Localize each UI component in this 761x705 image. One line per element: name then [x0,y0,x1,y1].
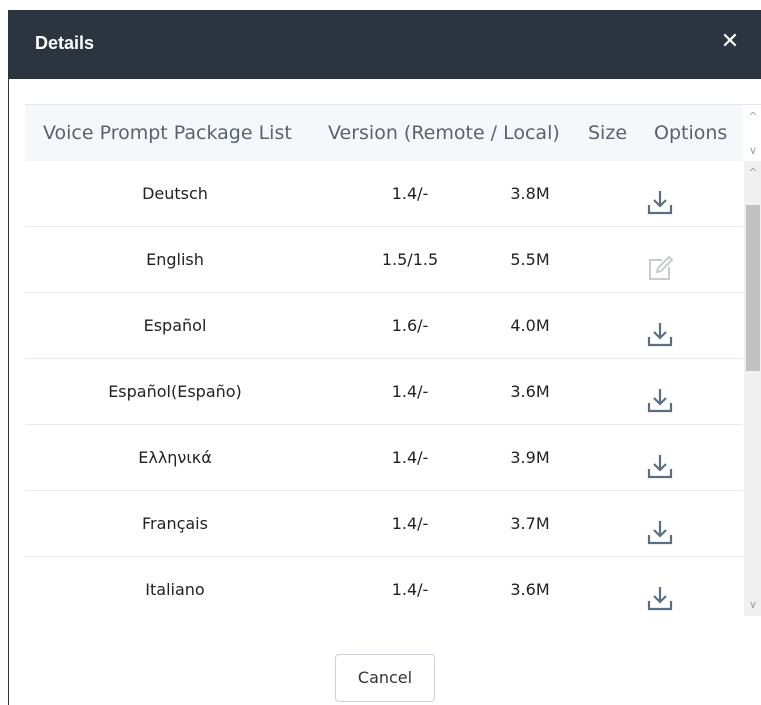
package-size: 3.8M [510,184,550,203]
option-cell [625,227,695,293]
header-scroll-area: ^ ∨ [744,105,761,161]
option-cell [625,161,695,227]
package-name: Français [142,514,208,533]
table-row: Español(Españo) 1.4/- 3.6M [25,359,743,425]
table-body: Deutsch 1.4/- 3.8M English 1.5/1.5 5.5M Españo… [25,161,743,617]
option-cell [625,557,695,617]
package-size: 3.6M [510,382,550,401]
option-cell [625,359,695,425]
voice-prompt-table: Voice Prompt Package List Version (Remot… [25,104,761,617]
package-name: Español(Españo) [108,382,242,401]
package-size: 3.9M [510,448,550,467]
table-row: Deutsch 1.4/- 3.8M [25,161,743,227]
package-size: 4.0M [510,316,550,335]
package-version: 1.4/- [391,514,429,533]
scroll-up-icon[interactable]: ^ [744,165,761,181]
package-version: 1.6/- [391,316,429,335]
download-icon[interactable] [645,378,675,412]
column-header-options: Options [654,122,728,144]
details-dialog: Details ✕ Voice Prompt Package List Vers… [8,10,761,705]
table-row: Italiano 1.4/- 3.6M [25,557,743,617]
download-icon[interactable] [645,444,675,478]
table-row: Ελληνικά 1.4/- 3.9M [25,425,743,491]
package-name: Español [143,316,207,335]
table-header: Voice Prompt Package List Version (Remot… [25,105,743,161]
package-version: 1.4/- [391,184,429,203]
table-row: English 1.5/1.5 5.5M [25,227,743,293]
package-version: 1.4/- [391,382,429,401]
header-scroll-down-icon[interactable]: ∨ [744,143,761,159]
table-row: Français 1.4/- 3.7M [25,491,743,557]
edit-icon [645,246,675,280]
package-version: 1.5/1.5 [381,250,439,269]
package-size: 3.6M [510,580,550,599]
scroll-down-icon[interactable]: ∨ [744,597,761,613]
package-version: 1.4/- [391,580,429,599]
download-icon[interactable] [645,180,675,214]
dialog-title: Details [35,33,95,53]
download-icon[interactable] [645,312,675,346]
package-size: 3.7M [510,514,550,533]
package-name: Deutsch [142,184,208,203]
column-header-package-list: Voice Prompt Package List [43,122,292,144]
download-icon[interactable] [645,510,675,544]
column-header-size: Size [588,122,628,144]
package-size: 5.5M [510,250,550,269]
dialog-footer: Cancel [9,616,761,705]
header-scroll-up-icon[interactable]: ^ [744,109,761,125]
option-cell [625,491,695,557]
dialog-titlebar: Details ✕ [9,10,761,79]
scrollbar-thumb[interactable] [746,205,760,371]
option-cell [625,293,695,359]
cancel-button[interactable]: Cancel [335,654,435,702]
close-icon[interactable]: ✕ [718,28,742,56]
table-row: Español 1.6/- 4.0M [25,293,743,359]
package-version: 1.4/- [391,448,429,467]
package-name: Italiano [145,580,205,599]
download-icon[interactable] [645,576,675,610]
table-scrollbar[interactable]: ^ ∨ [744,161,761,617]
package-name: Ελληνικά [138,448,212,467]
column-header-version: Version (Remote / Local) [328,122,560,144]
package-name: English [146,250,204,269]
option-cell [625,425,695,491]
